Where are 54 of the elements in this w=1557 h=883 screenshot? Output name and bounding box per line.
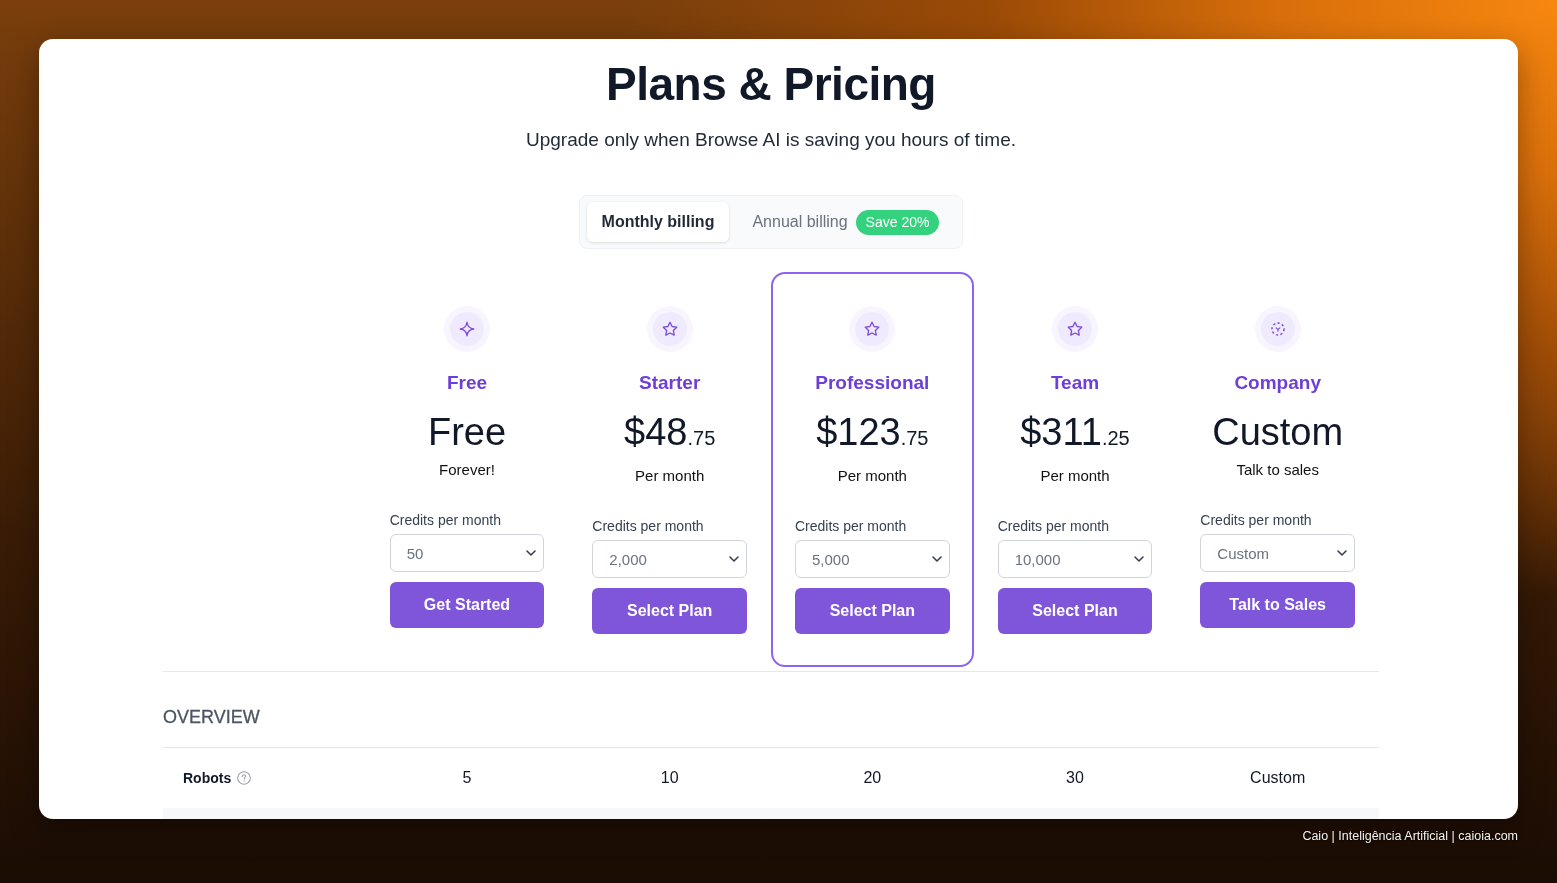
chevron-down-icon <box>931 556 942 562</box>
field-label: Credits per month <box>1200 511 1313 529</box>
plan-button[interactable]: Get Started <box>389 582 545 628</box>
page-subtitle: Upgrade only when Browse AI is saving you hours of time. <box>526 128 1016 152</box>
chevron-down-icon <box>1134 556 1145 562</box>
credits-select[interactable]: 10,000 <box>997 540 1153 578</box>
credits-select[interactable]: 5,000 <box>795 540 950 578</box>
section-heading: OVERVIEW <box>163 706 260 729</box>
price-note: Talk to sales <box>1236 460 1319 480</box>
price-note: Forever! <box>439 460 495 480</box>
help-icon[interactable] <box>237 771 252 785</box>
feature-label: Robots <box>183 770 232 786</box>
price-cents: .75 <box>900 428 929 448</box>
billing-tab[interactable]: Monthly billing <box>586 202 730 242</box>
chevron-down-icon <box>526 550 537 556</box>
credits-select[interactable]: 2,000 <box>592 540 747 578</box>
credits-select[interactable]: 50 <box>389 534 545 572</box>
sparkle-icon <box>444 306 490 352</box>
plan-button[interactable]: Select Plan <box>795 588 950 634</box>
page-title: Plans & Pricing <box>606 57 936 112</box>
price-cents: .75 <box>687 428 716 448</box>
chevron-down-icon <box>729 556 739 562</box>
plan-button[interactable]: Select Plan <box>592 588 747 634</box>
plan-name: Company <box>1234 371 1321 395</box>
field-label: Credits per month <box>389 511 502 529</box>
price-note: Per month <box>635 466 705 486</box>
plan-button[interactable]: Talk to Sales <box>1200 582 1355 628</box>
table-cell: Custom <box>1250 769 1306 787</box>
table-cell: 10 <box>660 769 679 787</box>
price-note: Per month <box>1040 466 1110 486</box>
field-label: Credits per month <box>997 517 1110 535</box>
credit-text: Caio | Inteligência Artificial | caioia.com <box>1302 829 1518 843</box>
plan-name: Professional <box>815 371 930 395</box>
plan-price: $48 <box>624 410 688 454</box>
table-cell: 30 <box>1066 769 1084 787</box>
field-label: Credits per month <box>795 517 908 535</box>
plan-button[interactable]: Select Plan <box>997 588 1153 634</box>
price-cents: .25 <box>1101 428 1130 448</box>
table-cell: 5 <box>462 769 472 787</box>
plan-price: $311 <box>1020 410 1102 454</box>
plan-name: Team <box>1050 371 1100 395</box>
plan-price: Free <box>427 410 507 454</box>
plan-name: Starter <box>639 371 701 395</box>
dashed-circle-icon <box>1254 306 1301 352</box>
plan-name: Free <box>446 371 488 395</box>
table-cell: 20 <box>863 769 882 787</box>
field-label: Credits per month <box>592 517 705 535</box>
billing-tab[interactable]: Annual billing Save 20% <box>737 202 955 242</box>
discount-badge: Save 20% <box>855 209 940 235</box>
price-note: Per month <box>837 466 907 486</box>
plan-price: $123 <box>816 410 901 454</box>
plan-price: Custom <box>1212 410 1344 454</box>
chevron-down-icon <box>1337 550 1347 556</box>
credits-select[interactable]: Custom <box>1200 534 1355 572</box>
